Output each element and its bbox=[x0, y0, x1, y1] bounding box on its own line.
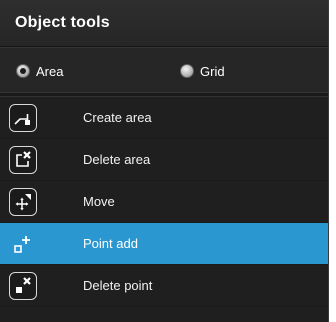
tool-label: Create area bbox=[83, 110, 152, 125]
delete-area-icon bbox=[9, 145, 37, 174]
tool-delete-area[interactable]: Delete area bbox=[0, 139, 328, 181]
grid-radio-label: Grid bbox=[200, 63, 225, 79]
move-icon bbox=[9, 187, 37, 216]
tool-delete-point[interactable]: Delete point bbox=[0, 265, 328, 307]
tool-point-add[interactable]: Point add bbox=[0, 223, 328, 265]
tool-label: Delete area bbox=[83, 152, 151, 167]
tool-label: Move bbox=[83, 194, 115, 209]
area-radio[interactable]: Area bbox=[16, 48, 63, 94]
tool-list: Create area Delete area Move Point add D… bbox=[0, 97, 328, 307]
tool-label: Point add bbox=[83, 236, 138, 251]
grid-radio[interactable]: Grid bbox=[180, 48, 225, 94]
area-radio-label: Area bbox=[36, 63, 64, 79]
tool-move[interactable]: Move bbox=[0, 181, 328, 223]
tool-label: Delete point bbox=[83, 278, 153, 293]
panel-title: Object tools bbox=[15, 14, 110, 31]
create-area-icon bbox=[9, 103, 37, 132]
delete-point-icon bbox=[9, 271, 37, 300]
mode-selector: Area Grid bbox=[0, 47, 328, 93]
panel-header: Object tools bbox=[0, 0, 328, 47]
tool-create-area[interactable]: Create area bbox=[0, 97, 328, 139]
object-tools-panel: Object tools Area Grid Create area Delet… bbox=[0, 0, 329, 322]
area-radio-dot[interactable] bbox=[16, 64, 30, 78]
grid-radio-dot[interactable] bbox=[180, 64, 194, 78]
point-add-icon bbox=[9, 230, 37, 258]
